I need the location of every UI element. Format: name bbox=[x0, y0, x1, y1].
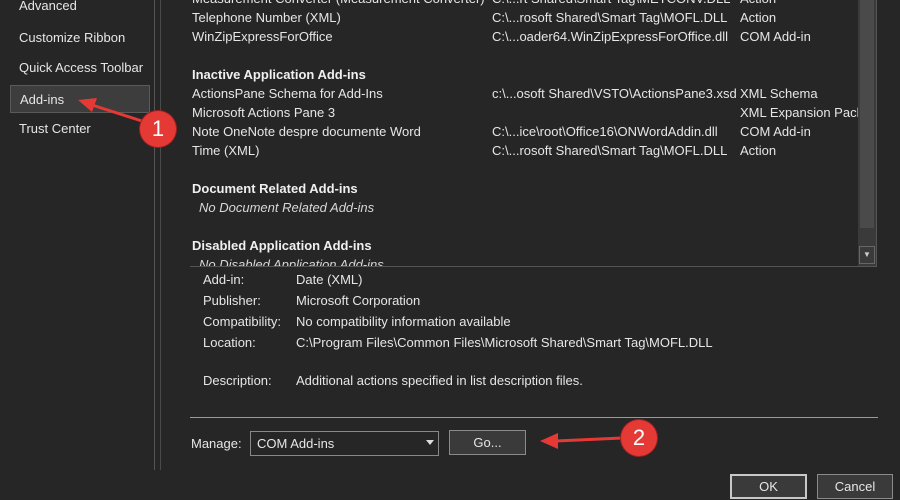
cancel-button[interactable]: Cancel bbox=[817, 474, 893, 499]
addin-type: XML Expansion Pack bbox=[740, 105, 864, 120]
addin-name: ActionsPane Schema for Add-Ins bbox=[192, 86, 383, 101]
chevron-down-icon bbox=[426, 440, 434, 445]
addin-type: COM Add-in bbox=[740, 124, 811, 139]
cancel-button-label: Cancel bbox=[834, 479, 876, 494]
empty-message: No Disabled Application Add-ins bbox=[199, 257, 384, 267]
compatibility-value: No compatibility information available bbox=[296, 314, 511, 329]
manage-select-value: COM Add-ins bbox=[257, 436, 335, 451]
sidebar-item-add-ins[interactable]: Add-ins bbox=[10, 85, 150, 113]
scrollbar-thumb[interactable] bbox=[860, 0, 874, 228]
location-label: Location: bbox=[203, 335, 256, 350]
go-button-label: Go... bbox=[473, 435, 502, 450]
callout-badge-2: 2 bbox=[621, 420, 657, 456]
description-value: Additional actions specified in list des… bbox=[296, 373, 583, 388]
addin-name: Telephone Number (XML) bbox=[192, 10, 341, 25]
divider bbox=[190, 417, 878, 418]
addin-type: XML Schema bbox=[740, 86, 818, 101]
callout-number: 2 bbox=[632, 425, 646, 450]
sidebar-item-label: Customize Ribbon bbox=[19, 30, 126, 45]
addin-type: Action bbox=[740, 143, 777, 158]
location-value: C:\Program Files\Common Files\Microsoft … bbox=[296, 335, 713, 350]
addin-name: Microsoft Actions Pane 3 bbox=[192, 105, 336, 120]
manage-label: Manage: bbox=[191, 436, 242, 451]
sidebar-item-advanced[interactable]: Advanced bbox=[10, 0, 150, 20]
go-button[interactable]: Go... bbox=[449, 430, 526, 455]
description-label: Description: bbox=[203, 373, 272, 388]
addin-location: C:\...rosoft Shared\Smart Tag\MOFL.DLL bbox=[492, 143, 728, 158]
section-header-label: Document Related Add-ins bbox=[192, 181, 358, 196]
publisher-value: Microsoft Corporation bbox=[296, 293, 421, 308]
addin-location: c:\...osoft Shared\VSTO\ActionsPane3.xsd bbox=[492, 86, 737, 101]
callout-badge-1: 1 bbox=[140, 111, 176, 147]
addin-location: C:\...oader64.WinZipExpressForOffice.dll bbox=[492, 29, 729, 44]
list-item[interactable]: ActionsPane Schema for Add-Ins c:\...oso… bbox=[190, 84, 876, 103]
list-item[interactable]: Note OneNote despre documente Word C:\..… bbox=[190, 122, 876, 141]
addin-name: WinZipExpressForOffice bbox=[192, 29, 333, 44]
compatibility-label: Compatibility: bbox=[203, 314, 282, 329]
section-header-label: Disabled Application Add-ins bbox=[192, 238, 372, 253]
list-item[interactable]: Microsoft Actions Pane 3 XML Expansion P… bbox=[190, 103, 876, 122]
addin-name: Measurement Converter (Measurement Conve… bbox=[192, 0, 485, 8]
list-item[interactable]: Telephone Number (XML) C:\...rosoft Shar… bbox=[190, 8, 876, 27]
sidebar-item-customize-ribbon[interactable]: Customize Ribbon bbox=[10, 24, 150, 52]
sidebar-item-label: Trust Center bbox=[19, 121, 91, 136]
addin-name: Note OneNote despre documente Word bbox=[192, 124, 421, 139]
addin-label: Add-in: bbox=[203, 272, 245, 287]
addin-location: C:\...rt Shared\Smart Tag\METCONV.DLL bbox=[492, 0, 730, 8]
addin-type: Action bbox=[740, 0, 776, 8]
sidebar-item-label: Quick Access Toolbar bbox=[19, 60, 144, 75]
sidebar-item-quick-access-toolbar[interactable]: Quick Access Toolbar bbox=[10, 54, 150, 82]
empty-message: No Document Related Add-ins bbox=[199, 200, 375, 215]
options-sidebar: Advanced Customize Ribbon Quick Access T… bbox=[0, 0, 155, 470]
sidebar-item-trust-center[interactable]: Trust Center bbox=[10, 115, 150, 143]
list-scrollbar[interactable]: ▼ bbox=[858, 0, 876, 266]
publisher-label: Publisher: bbox=[203, 293, 261, 308]
sidebar-item-label: Advanced bbox=[19, 0, 77, 13]
ok-button[interactable]: OK bbox=[730, 474, 807, 499]
addin-type: Action bbox=[740, 10, 777, 25]
manage-select[interactable]: COM Add-ins bbox=[250, 431, 439, 456]
list-item[interactable]: Measurement Converter (Measurement Conve… bbox=[190, 0, 876, 8]
callout-number: 1 bbox=[151, 116, 165, 141]
addin-type: COM Add-in bbox=[740, 29, 811, 44]
ok-button-label: OK bbox=[759, 479, 778, 494]
addin-location: C:\...rosoft Shared\Smart Tag\MOFL.DLL bbox=[492, 10, 728, 25]
add-ins-list[interactable]: Measurement Converter (Measurement Conve… bbox=[190, 0, 877, 267]
sidebar-item-label: Add-ins bbox=[20, 92, 65, 107]
scroll-down-icon[interactable]: ▼ bbox=[859, 246, 875, 264]
section-header-label: Inactive Application Add-ins bbox=[192, 67, 366, 82]
addin-location: C:\...ice\root\Office16\ONWordAddin.dll bbox=[492, 124, 718, 139]
list-item[interactable]: WinZipExpressForOffice C:\...oader64.Win… bbox=[190, 27, 876, 46]
addin-name: Time (XML) bbox=[192, 143, 260, 158]
list-item[interactable]: Time (XML) C:\...rosoft Shared\Smart Tag… bbox=[190, 141, 876, 160]
addin-value: Date (XML) bbox=[296, 272, 363, 287]
